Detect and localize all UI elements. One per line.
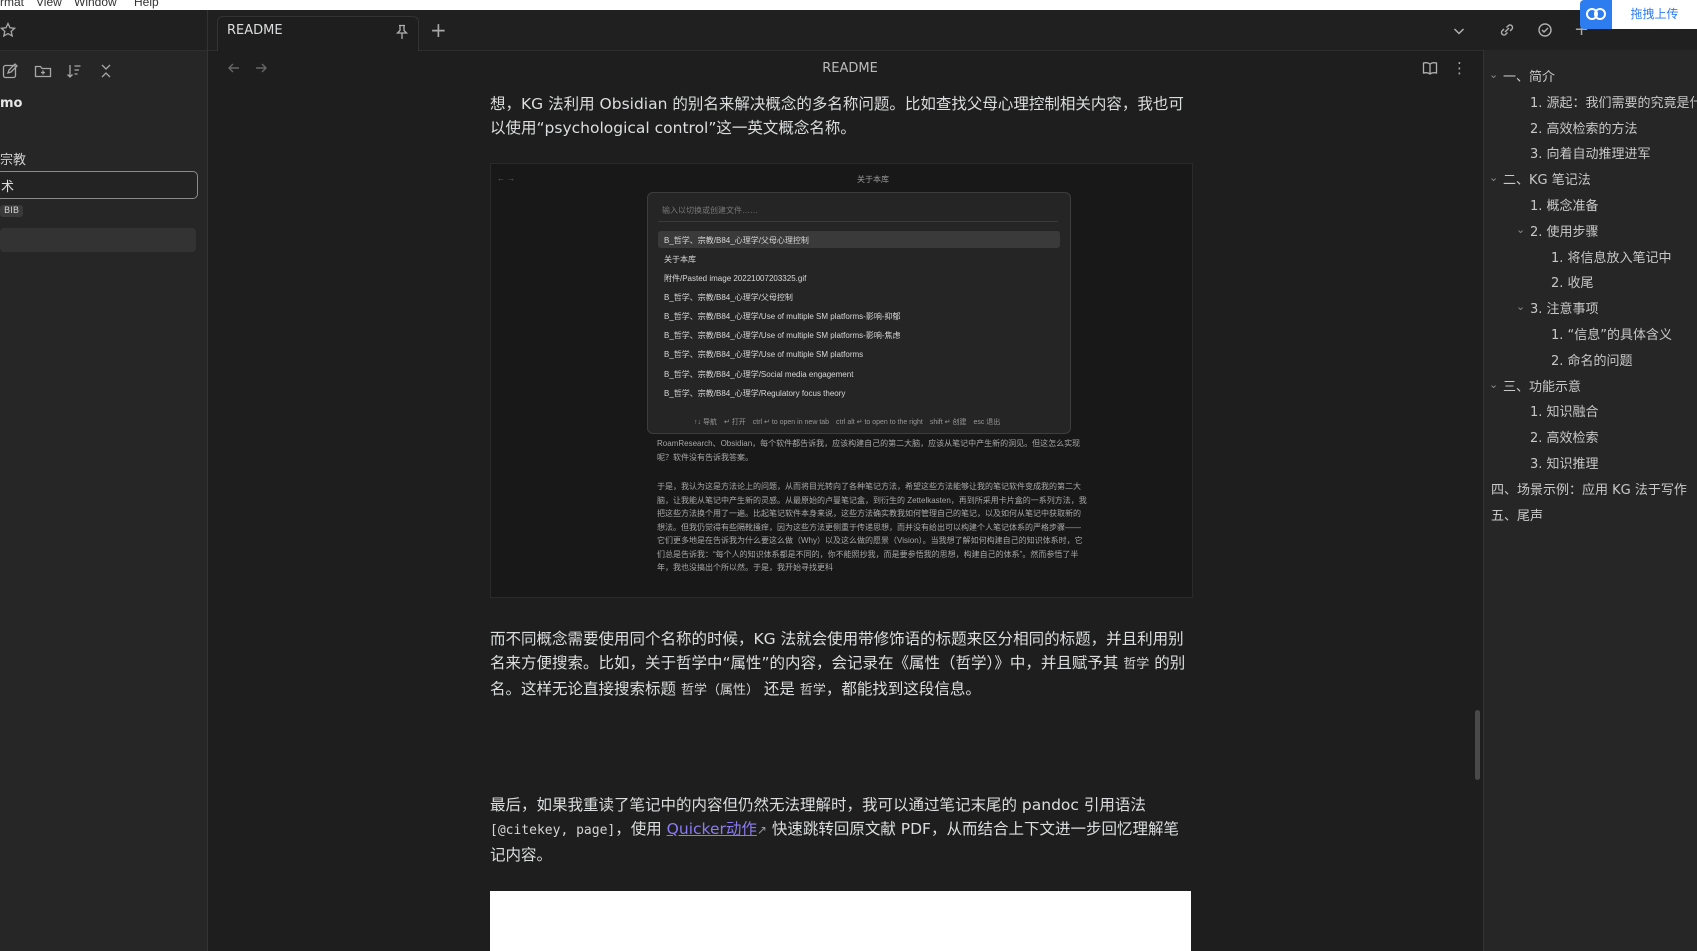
editor-scrollbar[interactable] [1475,710,1480,780]
embed-body-text: RoamResearch、Obsidian，每个软件都告诉我，应该构建自己的第二… [657,439,1081,462]
rename-input[interactable]: 术 [0,171,198,199]
embed-nav-icon: ← → [497,174,516,183]
paragraph-citation: 最后，如果我重读了笔记中的内容但仍然无法理解时，我可以通过笔记末尾的 pando… [490,793,1192,867]
outline-item[interactable]: 3. 知识推理 [1530,453,1599,472]
outline-item[interactable]: 2. 高效检索 [1530,427,1599,446]
text-run: ，使用 [615,820,667,838]
left-sidebar [0,10,208,951]
menu-window[interactable]: Window [74,0,117,9]
folder-item[interactable]: 宗教 [0,149,26,168]
menu-bar: rmat View Window Help [0,0,1697,10]
outline-item[interactable]: 1. “信息”的具体含义 [1551,324,1672,343]
rename-input-value: 术 [1,180,15,195]
nav-forward-arrow-icon[interactable] [254,61,268,75]
inline-code-citekey: [@citekey, page] [490,823,616,838]
new-tab-icon[interactable]: + [430,20,447,40]
embed-body-text: 于是，我认为这是方法论上的问题，从而将目光转向了各种笔记方法，希望这些方法能够让… [657,482,1087,572]
sync-link-icon[interactable] [1498,21,1516,39]
new-folder-icon[interactable] [34,63,52,79]
tab-list-chevron-down-icon[interactable] [1452,24,1466,38]
paragraph-aliases: 想，KG 法利用 Obsidian 的别名来解决概念的多名称问题。比如查找父母心… [490,95,1184,137]
outline-item[interactable]: 2. 使用步骤 [1530,221,1599,240]
embed-search-placeholder: 输入以切换或创建文件…… [662,206,758,215]
more-options-icon[interactable]: ⋮ [1452,60,1467,76]
outline-item[interactable]: 2. 收尾 [1551,272,1594,291]
outline-item[interactable]: 四、场景示例：应用 KG 法于写作 [1491,479,1687,498]
embed-footer-hints: ↑↓ 导航 ↵ 打开 ctrl ↵ to open in new tab ctr… [694,419,1001,426]
embed-row: B_哲学、宗教/B84_心理学/Regulatory focus theory [664,389,846,398]
embed-row: 关于本库 [664,255,696,264]
file-item-active[interactable] [0,228,196,252]
embedded-image-white [490,891,1191,951]
upload-widget-icon[interactable] [1580,0,1612,29]
publish-icon[interactable] [1536,21,1554,39]
text-run: 还是 [758,680,800,698]
outline-item[interactable]: 二、KG 笔记法 [1503,169,1591,188]
inline-code: 哲学（属性） [680,683,759,698]
embed-row: B_哲学、宗教/B84_心理学/父母控制 [664,293,793,302]
text-run: 而不同概念需要使用同个名称的时候，KG 法就会使用带修饰语的标题来区分相同的标题… [490,630,1184,672]
pin-icon[interactable] [395,24,409,40]
outline-item[interactable]: 五、尾声 [1491,505,1543,524]
external-link-icon: ↗ [756,823,767,837]
embedded-screenshot: ← → 关于本库 输入以切换或创建文件…… B_哲学、宗教/B84_心理学/父母… [490,163,1193,598]
outline-collapse-chevron-icon[interactable]: ⌄ [1489,68,1498,81]
new-note-icon[interactable] [2,63,18,79]
embed-row: B_哲学、宗教/B84_心理学/父母心理控制 [664,236,809,245]
vault-name[interactable]: mo [0,96,22,111]
embed-row: B_哲学、宗教/B84_心理学/Use of multiple SM platf… [664,312,901,321]
text-run: ，都能找到这段信息。 [825,680,981,698]
embed-search: 输入以切换或创建文件…… [658,201,1058,222]
tab-readme-label: README [227,23,283,38]
inline-code: 哲学 [799,683,826,698]
menu-format[interactable]: rmat [0,0,24,9]
outline-item[interactable]: 1. 将信息放入笔记中 [1551,247,1672,266]
embed-row: B_哲学、宗教/B84_心理学/Social media engagement [664,370,854,379]
bib-badge: BIB [0,205,24,217]
outline-collapse-chevron-icon[interactable]: ⌄ [1489,378,1498,391]
bookmark-star-icon[interactable] [0,22,16,38]
outline-item[interactable]: 1. 源起：我们需要的究竟是什 [1530,92,1697,111]
outline-item[interactable]: 3. 注意事项 [1530,298,1599,317]
outline-collapse-chevron-icon[interactable]: ⌄ [1516,223,1525,236]
embed-row: B_哲学、宗教/B84_心理学/Use of multiple SM platf… [664,350,864,359]
reading-mode-book-icon[interactable] [1422,61,1438,75]
view-header-title: README [822,61,878,76]
upload-button[interactable]: 拖拽上传 [1612,0,1697,29]
inline-code: 哲学 [1123,657,1150,672]
embed-quick-switcher: 输入以切换或创建文件…… B_哲学、宗教/B84_心理学/父母心理控制 关于本库… [647,192,1071,434]
menu-view[interactable]: View [36,0,62,9]
embed-row: 附件/Pasted image 20221007203325.gif [664,274,807,283]
sort-icon[interactable] [66,63,82,79]
outline-collapse-chevron-icon[interactable]: ⌄ [1516,300,1525,313]
menu-help[interactable]: Help [134,0,159,9]
outline-collapse-chevron-icon[interactable]: ⌄ [1489,171,1498,184]
left-sidebar-header [0,10,207,51]
outline-item[interactable]: 2. 命名的问题 [1551,350,1633,369]
text-run: 最后，如果我重读了笔记中的内容但仍然无法理解时，我可以通过笔记末尾的 pando… [490,796,1146,814]
outline-item[interactable]: 一、简介 [1503,66,1555,85]
outline-item[interactable]: 3. 向着自动推理进军 [1530,143,1651,162]
outline-item[interactable]: 1. 知识融合 [1530,401,1599,420]
quicker-link[interactable]: Quicker动作 [667,820,757,838]
outline-item[interactable]: 三、功能示意 [1503,376,1581,395]
outline-item[interactable]: 1. 概念准备 [1530,195,1599,214]
nav-back-arrow-icon[interactable] [227,61,241,75]
embed-title: 关于本库 [857,175,889,184]
embed-row: B_哲学、宗教/B84_心理学/Use of multiple SM platf… [664,331,901,340]
paragraph-same-name: 而不同概念需要使用同个名称的时候，KG 法就会使用带修饰语的标题来区分相同的标题… [490,627,1192,703]
collapse-all-icon[interactable] [98,63,114,79]
outline-item[interactable]: 2. 高效检索的方法 [1530,118,1638,137]
